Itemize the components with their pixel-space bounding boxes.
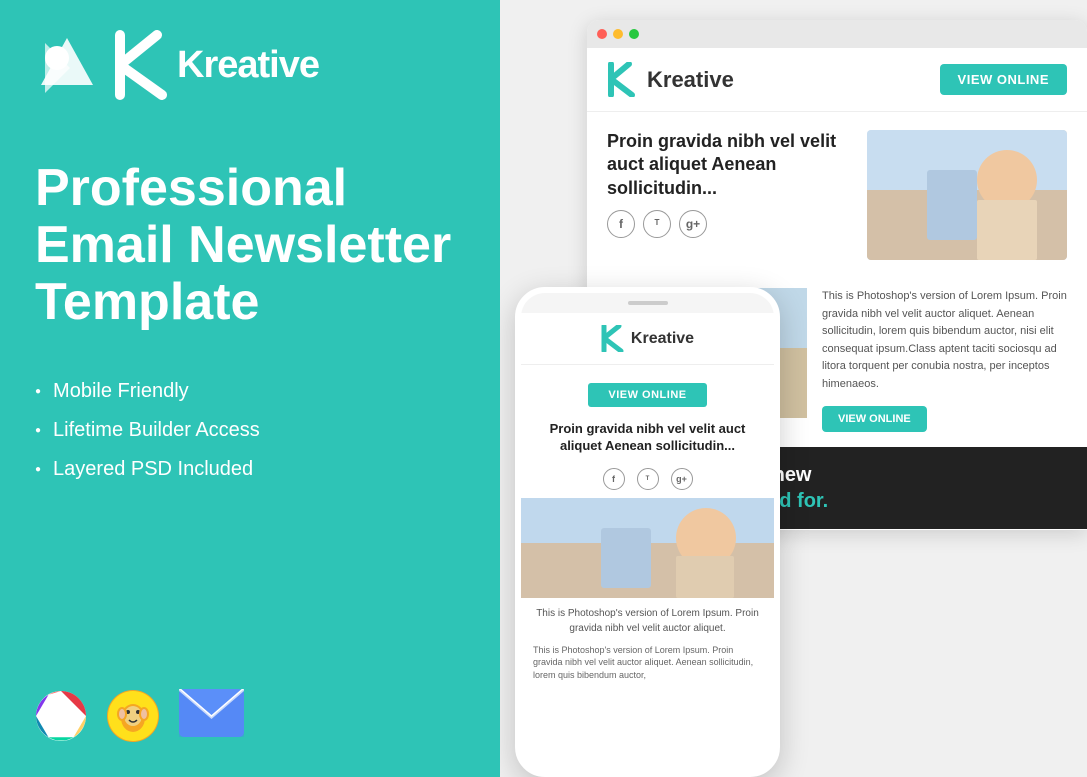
desktop-logo-area: Kreative [607,62,734,97]
feature-item-3: Layered PSD Included [35,450,465,489]
desktop-logo-icon [607,62,639,97]
mobile-mockup: Kreative VIEW ONLINE Proin gravida nibh … [515,287,780,777]
headline: Professional Email Newsletter Template [35,160,465,332]
brand-icons-row [35,689,244,742]
desktop-social-icons: f ᵀ g+ [607,210,852,238]
logo-text: Kreative [177,44,319,87]
kreative-logo-k [112,30,177,100]
mobile-facebook-icon: f [603,468,625,490]
mobile-view-online-button[interactable]: VIEW ONLINE [588,383,706,407]
desktop-hero-photo [867,130,1067,260]
feature-item-1: Mobile Friendly [35,372,465,411]
mobile-email-header: Kreative [521,313,774,365]
mobile-googleplus-icon: g+ [671,468,693,490]
titlebar-dot-red [597,29,607,39]
colorwheel-icon [35,690,87,742]
right-panel: Kreative VIEW ONLINE Proin gravida nibh … [500,0,1087,777]
mobile-body-text-small: This is Photoshop's version of Lorem Ips… [521,640,774,686]
mailapp-icon [179,689,244,742]
desktop-email-header: Kreative VIEW ONLINE [587,48,1087,112]
left-panel: Kreative Professional Email Newsletter T… [0,0,500,777]
desktop-hero-text: Proin gravida nibh vel velit auct alique… [607,130,852,238]
mobile-notch [521,293,774,313]
desktop-hero-image [867,130,1067,260]
feature-label-1: Mobile Friendly [53,380,189,403]
kreative-logo-icon [35,33,100,98]
feature-label-3: Layered PSD Included [53,458,253,481]
mobile-social-icons: f ᵀ g+ [521,463,774,498]
logo-area: Kreative [35,30,465,100]
desktop-hero-section: Proin gravida nibh vel velit auct alique… [587,112,1087,278]
mobile-logo-icon [601,325,625,352]
headline-line2: Email Newsletter [35,217,465,274]
titlebar-dot-yellow [613,29,623,39]
mobile-logo-text: Kreative [631,330,694,348]
headline-line1: Professional [35,160,465,217]
titlebar-dot-green [629,29,639,39]
mobile-hero-title: Proin gravida nibh vel velit auct alique… [521,421,774,463]
desktop-titlebar [587,20,1087,48]
mobile-logo-area: Kreative [601,325,694,352]
facebook-icon: f [607,210,635,238]
mobile-body-text-main: This is Photoshop's version of Lorem Ips… [521,598,774,640]
desktop-body-text-area: This is Photoshop's version of Lorem Ips… [822,288,1067,432]
feature-label-2: Lifetime Builder Access [53,419,260,442]
desktop-logo-text: Kreative [647,67,734,93]
googleplus-icon: g+ [679,210,707,238]
mailchimp-icon [107,690,159,742]
feature-item-2: Lifetime Builder Access [35,411,465,450]
desktop-view-online-button[interactable]: VIEW ONLINE [940,64,1067,95]
mobile-view-online-area: VIEW ONLINE [521,365,774,421]
desktop-hero-title: Proin gravida nibh vel velit auct alique… [607,130,852,200]
desktop-view-online-small-button[interactable]: VIEW ONLINE [822,406,927,432]
twitter-icon: ᵀ [643,210,671,238]
features-list: Mobile Friendly Lifetime Builder Access … [35,372,465,489]
mobile-hero-photo [521,498,774,598]
headline-line3: Template [35,274,465,331]
mobile-twitter-icon: ᵀ [637,468,659,490]
desktop-body-paragraph: This is Photoshop's version of Lorem Ips… [822,288,1067,394]
mobile-speaker [628,301,668,305]
mobile-content: Kreative VIEW ONLINE Proin gravida nibh … [521,313,774,771]
mobile-hero-image [521,498,774,598]
